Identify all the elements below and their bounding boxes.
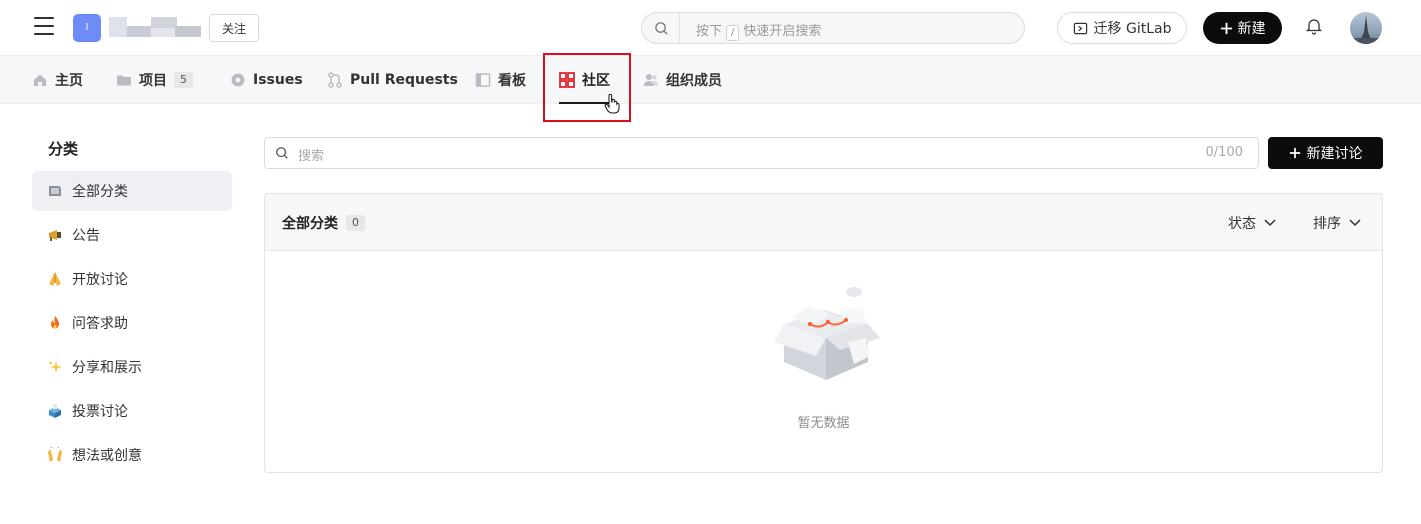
status-dropdown[interactable]: 状态 <box>1228 213 1276 233</box>
issue-icon <box>231 73 245 87</box>
panel-header: 全部分类 0 状态 排序 <box>265 194 1382 251</box>
user-avatar[interactable] <box>1350 12 1382 44</box>
search-shortcut-key: / <box>726 25 740 41</box>
tab-label: Pull Requests <box>350 72 458 88</box>
category-label: 投票讨论 <box>72 404 128 420</box>
avatar-tower-icon <box>1350 15 1382 44</box>
projects-count-badge: 5 <box>174 72 193 88</box>
tab-label: 社区 <box>582 73 610 89</box>
search-hint-prefix: 按下 <box>696 24 723 39</box>
category-label: 想法或创意 <box>72 448 142 464</box>
search-divider <box>679 13 680 43</box>
tab-label: 组织成员 <box>666 73 722 89</box>
members-icon <box>644 74 658 86</box>
panel-title-text: 全部分类 <box>282 216 338 232</box>
category-item-all[interactable]: 全部分类 <box>32 171 232 211</box>
new-label: 新建 <box>1237 21 1266 37</box>
search-icon <box>276 147 288 159</box>
sort-dropdown[interactable]: 排序 <box>1313 213 1361 233</box>
hand-cursor-icon <box>604 94 620 114</box>
category-label: 问答求助 <box>72 316 128 332</box>
community-icon <box>559 72 575 88</box>
tab-pull-requests[interactable]: Pull Requests <box>327 56 458 104</box>
empty-state-text: 暂无数据 <box>797 416 850 431</box>
chevron-down-icon <box>1264 219 1276 227</box>
tab-issues[interactable]: Issues <box>230 56 303 104</box>
top-bar: I 关注 按下 / 快速开启搜索 迁移 GitLab 新建 <box>0 0 1421 55</box>
search-placeholder: 搜索 <box>298 149 325 164</box>
discussion-list-panel: 全部分类 0 状态 排序 暂无数据 <box>264 193 1383 473</box>
import-icon <box>1073 22 1087 34</box>
tab-label: 看板 <box>498 73 526 89</box>
category-title: 分类 <box>48 140 79 158</box>
migrate-label: 迁移 GitLab <box>1093 21 1172 37</box>
status-label: 状态 <box>1228 216 1256 232</box>
raised-hands-icon <box>48 447 62 462</box>
new-button[interactable]: 新建 <box>1203 12 1282 44</box>
discussion-search-input[interactable]: 搜索 0/100 <box>264 137 1259 169</box>
folder-flag-icon <box>49 186 61 196</box>
home-icon <box>34 74 46 86</box>
tab-label: 主页 <box>55 73 83 89</box>
board-icon <box>475 73 491 87</box>
category-item-ideas[interactable]: 想法或创意 <box>32 435 232 475</box>
category-item-share[interactable]: 分享和展示 <box>32 347 232 387</box>
active-tab-indicator <box>559 102 609 104</box>
empty-box-icon <box>774 287 880 380</box>
chevron-down-icon <box>1349 219 1361 227</box>
sparkles-icon <box>48 360 62 373</box>
search-char-counter: 0/100 <box>1205 145 1243 160</box>
panel-title: 全部分类 0 <box>282 213 365 233</box>
search-icon <box>655 22 668 35</box>
discussion-count-badge: 0 <box>346 215 365 231</box>
follow-button[interactable]: 关注 <box>209 14 259 42</box>
org-name-redacted[interactable] <box>109 17 201 39</box>
plus-icon <box>1220 22 1232 34</box>
tab-projects[interactable]: 项目 5 <box>116 56 193 104</box>
tab-home[interactable]: 主页 <box>32 56 83 104</box>
fire-icon <box>51 316 59 329</box>
search-hint: 按下 / 快速开启搜索 <box>696 20 821 41</box>
org-nav-bar: 主页 项目 5 Issues Pull Requests 看板 社区 组织成员 <box>0 55 1421 104</box>
search-hint-suffix: 快速开启搜索 <box>743 24 822 39</box>
org-avatar[interactable]: I <box>73 14 101 42</box>
category-label: 分享和展示 <box>72 360 142 376</box>
tab-community[interactable]: 社区 <box>559 56 610 104</box>
category-item-qa[interactable]: 问答求助 <box>32 303 232 343</box>
tab-members[interactable]: 组织成员 <box>643 56 722 104</box>
sort-label: 排序 <box>1313 216 1341 232</box>
plus-icon <box>1289 147 1300 159</box>
pull-request-icon <box>328 72 342 88</box>
bell-icon[interactable] <box>1304 16 1324 36</box>
global-search-input[interactable]: 按下 / 快速开启搜索 <box>641 12 1025 44</box>
new-discussion-button[interactable]: 新建讨论 <box>1268 137 1383 169</box>
category-label: 开放讨论 <box>72 272 128 288</box>
tab-label: 项目 <box>139 73 167 89</box>
pray-hands-icon <box>49 272 61 286</box>
folder-icon <box>117 75 131 86</box>
migrate-gitlab-button[interactable]: 迁移 GitLab <box>1057 12 1187 44</box>
tab-board[interactable]: 看板 <box>475 56 526 104</box>
category-label: 全部分类 <box>72 184 128 200</box>
new-discussion-label: 新建讨论 <box>1306 146 1363 162</box>
megaphone-icon <box>49 230 61 241</box>
category-item-open-discussion[interactable]: 开放讨论 <box>32 259 232 299</box>
category-label: 公告 <box>72 228 100 244</box>
menu-icon[interactable] <box>34 17 54 35</box>
category-item-announcement[interactable]: 公告 <box>32 215 232 255</box>
ballot-box-icon <box>49 404 61 418</box>
tab-label: Issues <box>253 72 303 88</box>
category-item-vote[interactable]: 投票讨论 <box>32 391 232 431</box>
